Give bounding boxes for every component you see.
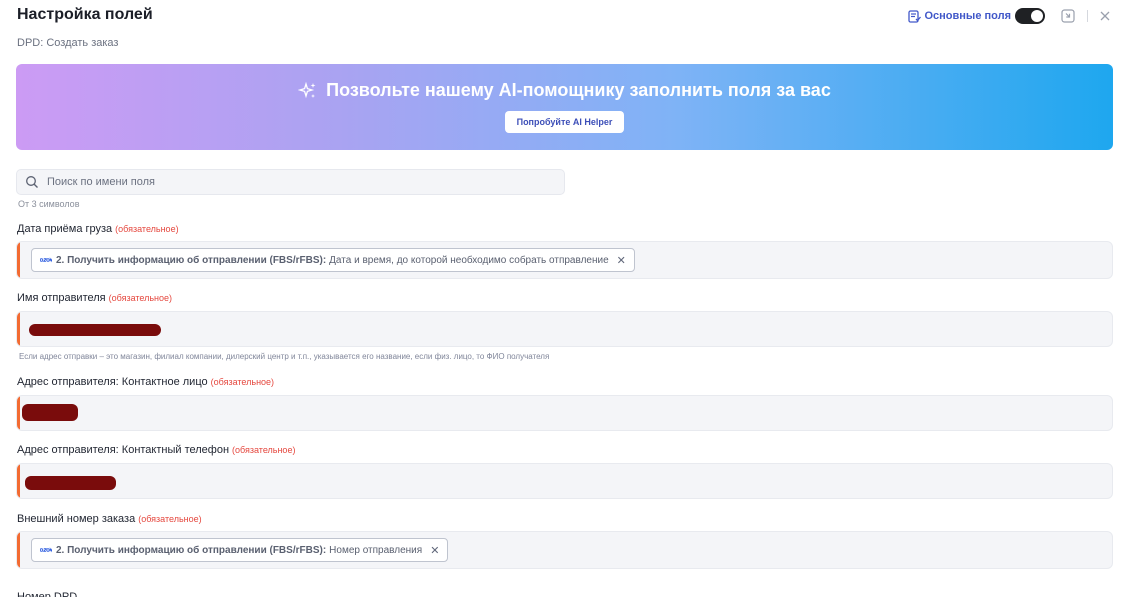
field-search[interactable] (16, 169, 565, 195)
main-fields-icon[interactable] (908, 9, 922, 23)
field-label-text: Адрес отправителя: Контактный телефон (17, 444, 230, 456)
field-label-text: Имя отправителя (17, 292, 106, 304)
collapse-icon[interactable] (1061, 9, 1075, 23)
chip-source-step: 2. Получить информацию об отправлении (F… (56, 254, 327, 266)
field-label-contact-phone: Адрес отправителя: Контактный телефон (об… (17, 444, 295, 456)
required-tag: (обязательное) (115, 224, 179, 234)
redacted-value (22, 404, 78, 421)
redacted-value (29, 324, 161, 336)
main-fields-label[interactable]: Основные поля (924, 10, 1011, 22)
header-divider (1087, 10, 1088, 22)
redacted-value (25, 476, 116, 490)
mapped-value-chip[interactable]: 2. Получить информацию об отправлении (F… (31, 248, 635, 272)
close-icon[interactable] (1099, 10, 1111, 22)
main-fields-toggle[interactable] (1015, 8, 1045, 24)
field-label-sender-name: Имя отправителя (обязательное) (17, 292, 172, 304)
ozon-icon (40, 547, 52, 553)
chip-source-field: Номер отправления (329, 544, 423, 556)
try-ai-helper-button[interactable]: Попробуйте AI Helper (504, 111, 625, 133)
field-input-contact-person[interactable] (16, 395, 1113, 431)
mapped-value-chip[interactable]: 2. Получить информацию об отправлении (F… (31, 538, 449, 562)
required-tag: (обязательное) (108, 293, 173, 303)
page-subtitle: DPD: Создать заказ (17, 37, 119, 49)
field-label-text: Внешний номер заказа (17, 513, 136, 525)
field-label-contact-person: Адрес отправителя: Контактное лицо (обяза… (17, 376, 274, 388)
required-tag: (обязательное) (210, 377, 275, 387)
chip-source-field: Дата и время, до которой необходимо собр… (329, 254, 609, 266)
sparkle-icon (298, 81, 318, 101)
remove-chip-icon[interactable]: ✕ (617, 254, 626, 267)
required-tag: (обязательное) (138, 514, 202, 524)
field-input-pickup-date[interactable]: 2. Получить информацию об отправлении (F… (16, 241, 1113, 279)
field-label-text: Дата приёма груза (17, 223, 113, 235)
field-label-pickup-date: Дата приёма груза (обязательное) (17, 223, 179, 235)
ai-helper-banner: Позвольте нашему AI-помощнику заполнить … (16, 64, 1113, 150)
field-input-contact-phone[interactable] (16, 463, 1113, 499)
required-tag: (обязательное) (232, 445, 296, 455)
ozon-icon (40, 257, 52, 263)
field-input-external-order-number[interactable]: 2. Получить информацию об отправлении (F… (16, 531, 1113, 569)
field-label-external-order-number: Внешний номер заказа (обязательное) (17, 513, 202, 525)
search-input[interactable] (47, 176, 547, 188)
field-label-text: Адрес отправителя: Контактное лицо (17, 376, 208, 388)
ai-banner-text: Позвольте нашему AI-помощнику заполнить … (326, 80, 831, 100)
search-hint: От 3 символов (18, 199, 80, 209)
ai-banner-headline: Позвольте нашему AI-помощнику заполнить … (298, 80, 831, 101)
field-help-text: Если адрес отправки – это магазин, филиа… (19, 352, 550, 361)
header: Настройка полей DPD: Создать заказ Основ… (17, 6, 1111, 50)
search-icon (25, 175, 39, 189)
header-actions: Основные поля (908, 8, 1111, 24)
chip-source-step: 2. Получить информацию об отправлении (F… (56, 544, 327, 556)
field-input-sender-name[interactable] (16, 311, 1113, 347)
remove-chip-icon[interactable]: ✕ (430, 544, 439, 557)
field-label-dpd-number: Номер DPD (17, 591, 78, 597)
